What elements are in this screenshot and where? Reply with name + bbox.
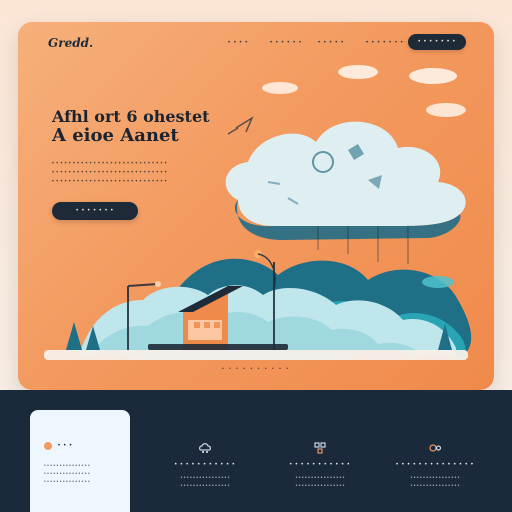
section-caption: • • • • • • • • • • [221,366,290,372]
feature-desc-row: • • • • • • • • • • • • • • • • [410,483,460,489]
feature-title-1: • • • • • • • • • • • [174,462,236,468]
feature-panel-row: • • • • • • • • • • • • • • • [44,471,90,477]
plane-icon [227,116,254,135]
orange-dot-icon [44,442,52,450]
feature-desc-3: • • • • • • • • • • • • • • • • • • • • … [380,474,490,490]
settings-flow-icon [429,444,442,452]
hero-illustration [44,65,472,360]
top-nav: • • • • • • • • • • • • • • • • • • • • … [228,40,403,50]
cloud-network-icon [199,443,211,453]
sky-clouds [262,65,466,117]
feature-desc-1: • • • • • • • • • • • • • • • • • • • • … [150,474,260,490]
feature-desc-row: • • • • • • • • • • • • • • • • [295,475,345,481]
top-cta-button[interactable]: • • • • • • • [408,34,466,50]
main-cloud [225,121,466,240]
feature-panel: • • • • • • • • • • • • • • • • • • • • … [30,410,130,512]
feature-list: • • • • • • • • • • • • • • • • • • • • … [150,440,490,510]
feature-desc-row: • • • • • • • • • • • • • • • • [295,483,345,489]
feature-item-1: • • • • • • • • • • • • • • • • • • • • … [150,440,260,500]
feature-item-2: • • • • • • • • • • • • • • • • • • • • … [265,440,375,500]
landing-page: Gredd. • • • • • • • • • • • • • • • • •… [0,0,512,512]
feature-panel-row: • • • • • • • • • • • • • • • [44,479,90,485]
nav-link-1[interactable]: • • • • [228,40,248,46]
feature-desc-2: • • • • • • • • • • • • • • • • • • • • … [265,474,375,490]
feature-panel-label: • • • [58,443,73,449]
nav-link-4[interactable]: • • • • • • • [366,40,404,46]
grid-nodes-icon [314,442,326,454]
feature-desc-row: • • • • • • • • • • • • • • • • [410,475,460,481]
brand-logo[interactable]: Gredd. [48,36,93,50]
nav-link-2[interactable]: • • • • • • [270,40,302,46]
feature-panel-lines: • • • • • • • • • • • • • • • • • • • • … [44,462,116,486]
feature-panel-chip: • • • [44,442,73,450]
feature-item-3: • • • • • • • • • • • • • • • • • • • • … [380,440,490,500]
feature-title-3: • • • • • • • • • • • • • • [395,462,475,468]
feature-panel-row: • • • • • • • • • • • • • • • [44,463,90,469]
feature-desc-row: • • • • • • • • • • • • • • • • [180,483,230,489]
feature-desc-row: • • • • • • • • • • • • • • • • [180,475,230,481]
feature-title-2: • • • • • • • • • • • [289,462,351,468]
nav-link-3[interactable]: • • • • • [318,40,344,46]
